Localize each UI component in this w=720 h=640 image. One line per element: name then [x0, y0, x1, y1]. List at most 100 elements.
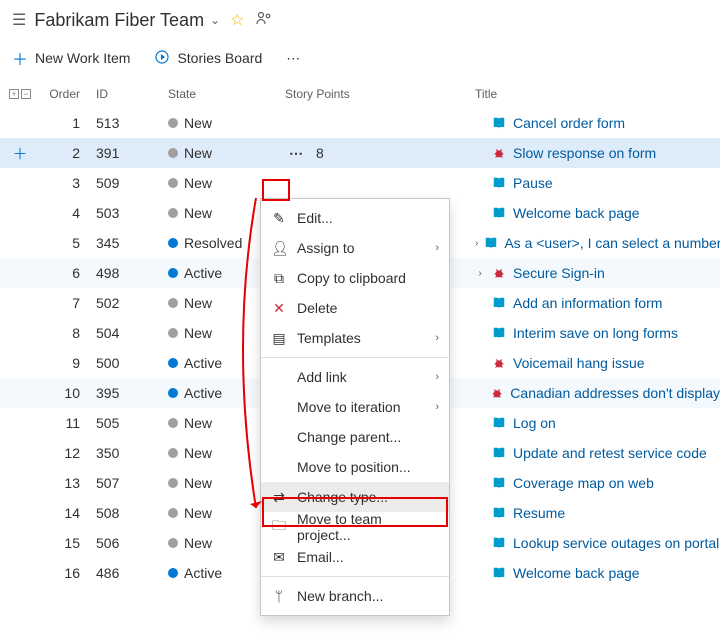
favorite-star-icon[interactable]: ☆ — [230, 10, 244, 30]
work-item-title-link[interactable]: Cancel order form — [513, 115, 625, 131]
state-dot-icon — [168, 478, 178, 488]
template-icon: ▤ — [271, 330, 287, 347]
col-title[interactable]: Title — [475, 87, 720, 101]
work-item-title-link[interactable]: Add an information form — [513, 295, 662, 311]
table-row[interactable]: ＋2391New⋯8Slow response on form — [0, 138, 720, 168]
cell-title: Add an information form — [475, 295, 720, 311]
state-label: New — [184, 115, 212, 131]
chevron-right-icon: › — [435, 332, 439, 344]
toolbar: ＋ New Work Item Stories Board ⋯ — [0, 40, 720, 80]
menu-item-add-link[interactable]: Add link› — [261, 362, 449, 392]
cell-id: 513 — [96, 115, 168, 131]
user-story-icon — [491, 505, 507, 521]
table-row[interactable]: 1513 New Cancel order form — [0, 108, 720, 138]
menu-item-move-to-position[interactable]: Move to position... — [261, 452, 449, 482]
state-label: Resolved — [184, 235, 242, 251]
menu-item-edit[interactable]: ✎Edit... — [261, 203, 449, 233]
state-label: Active — [184, 565, 222, 581]
menu-item-change-type[interactable]: ⇄Change type... — [261, 482, 449, 512]
row-actions-ellipsis-icon[interactable]: ⋯ — [285, 143, 308, 164]
state-dot-icon — [168, 568, 178, 578]
menu-item-label: Delete — [297, 300, 439, 316]
chevron-down-icon[interactable]: ⌄ — [210, 13, 220, 27]
menu-item-label: Add link — [297, 369, 425, 385]
table-row[interactable]: 3509NewPause — [0, 168, 720, 198]
chevron-right-icon: › — [435, 401, 439, 413]
mail-icon: ✉ — [271, 549, 287, 566]
team-members-icon[interactable] — [256, 10, 272, 30]
cell-id: 509 — [96, 175, 168, 191]
stories-board-button[interactable]: Stories Board — [154, 49, 262, 68]
expand-caret-icon[interactable]: › — [475, 268, 485, 279]
work-item-title-link[interactable]: Secure Sign-in — [513, 265, 605, 281]
work-item-title-link[interactable]: Welcome back page — [513, 205, 640, 221]
work-item-title-link[interactable]: Coverage map on web — [513, 475, 654, 491]
cell-id: 350 — [96, 445, 168, 461]
cell-title: Pause — [475, 175, 720, 191]
cell-id: 503 — [96, 205, 168, 221]
cell-title: Coverage map on web — [475, 475, 720, 491]
cell-id: 502 — [96, 295, 168, 311]
cell-id: 391 — [96, 145, 168, 161]
work-item-title-link[interactable]: Welcome back page — [513, 565, 640, 581]
user-story-icon — [491, 205, 507, 221]
cell-title: Voicemail hang issue — [475, 355, 720, 371]
work-item-title-link[interactable]: Pause — [513, 175, 553, 191]
work-item-title-link[interactable]: As a <user>, I can select a number ... — [504, 235, 720, 251]
team-title[interactable]: Fabrikam Fiber Team — [34, 10, 204, 31]
work-item-title-link[interactable]: Lookup service outages on portal — [513, 535, 719, 551]
cell-title: Interim save on long forms — [475, 325, 720, 341]
col-id[interactable]: ID — [96, 87, 168, 101]
state-label: New — [184, 445, 212, 461]
state-label: New — [184, 205, 212, 221]
col-state[interactable]: State — [168, 87, 285, 101]
menu-item-label: Email... — [297, 549, 439, 565]
menu-item-move-to-team-project[interactable]: 🗀Move to team project... — [261, 512, 449, 542]
folder-icon: 🗀 — [271, 515, 287, 539]
menu-item-move-to-iteration[interactable]: Move to iteration› — [261, 392, 449, 422]
toolbar-more-icon[interactable]: ⋯ — [286, 50, 302, 67]
expand-caret-icon[interactable]: › — [475, 238, 478, 249]
work-item-title-link[interactable]: Resume — [513, 505, 565, 521]
work-item-title-link[interactable]: Voicemail hang issue — [513, 355, 645, 371]
new-work-item-label: New Work Item — [35, 50, 130, 66]
user-story-icon — [491, 565, 507, 581]
menu-item-copy-to-clipboard[interactable]: ⧉ Copy to clipboard — [261, 263, 449, 293]
menu-item-new-branch[interactable]: ᛘNew branch... — [261, 581, 449, 611]
cell-order: 16 — [40, 565, 96, 581]
col-order[interactable]: Order — [40, 87, 96, 101]
state-dot-icon — [168, 418, 178, 428]
state-dot-icon — [168, 148, 178, 158]
menu-item-label: New branch... — [297, 588, 439, 604]
user-story-icon — [491, 475, 507, 491]
menu-item-label: Assign to — [297, 240, 425, 256]
cell-id: 508 — [96, 505, 168, 521]
expand-collapse-all[interactable]: +− — [0, 89, 40, 99]
menu-item-delete[interactable]: ✕Delete — [261, 293, 449, 323]
copy-icon: ⧉ — [271, 270, 287, 287]
cell-order: 1 — [40, 115, 96, 131]
work-item-title-link[interactable]: Update and retest service code — [513, 445, 707, 461]
add-child-icon[interactable]: ＋ — [12, 143, 27, 164]
work-item-title-link[interactable]: Canadian addresses don't display — [510, 385, 720, 401]
cell-id: 395 — [96, 385, 168, 401]
col-story-points[interactable]: Story Points — [285, 87, 475, 101]
menu-item-email[interactable]: ✉ Email... — [261, 542, 449, 572]
new-work-item-button[interactable]: ＋ New Work Item — [12, 46, 130, 70]
cell-order: 12 — [40, 445, 96, 461]
menu-item-label: Copy to clipboard — [297, 270, 439, 286]
cell-title: Welcome back page — [475, 205, 720, 221]
menu-item-assign-to[interactable]: 👤︎Assign to› — [261, 233, 449, 263]
work-item-title-link[interactable]: Slow response on form — [513, 145, 656, 161]
menu-item-change-parent[interactable]: Change parent... — [261, 422, 449, 452]
work-item-title-link[interactable]: Log on — [513, 415, 556, 431]
state-label: New — [184, 535, 212, 551]
work-item-title-link[interactable]: Interim save on long forms — [513, 325, 678, 341]
plus-icon: ＋ — [12, 46, 28, 70]
cell-order: 6 — [40, 265, 96, 281]
cell-order: 4 — [40, 205, 96, 221]
cell-id: 486 — [96, 565, 168, 581]
menu-item-templates[interactable]: ▤Templates› — [261, 323, 449, 353]
user-story-icon — [491, 535, 507, 551]
cell-order: 5 — [40, 235, 96, 251]
